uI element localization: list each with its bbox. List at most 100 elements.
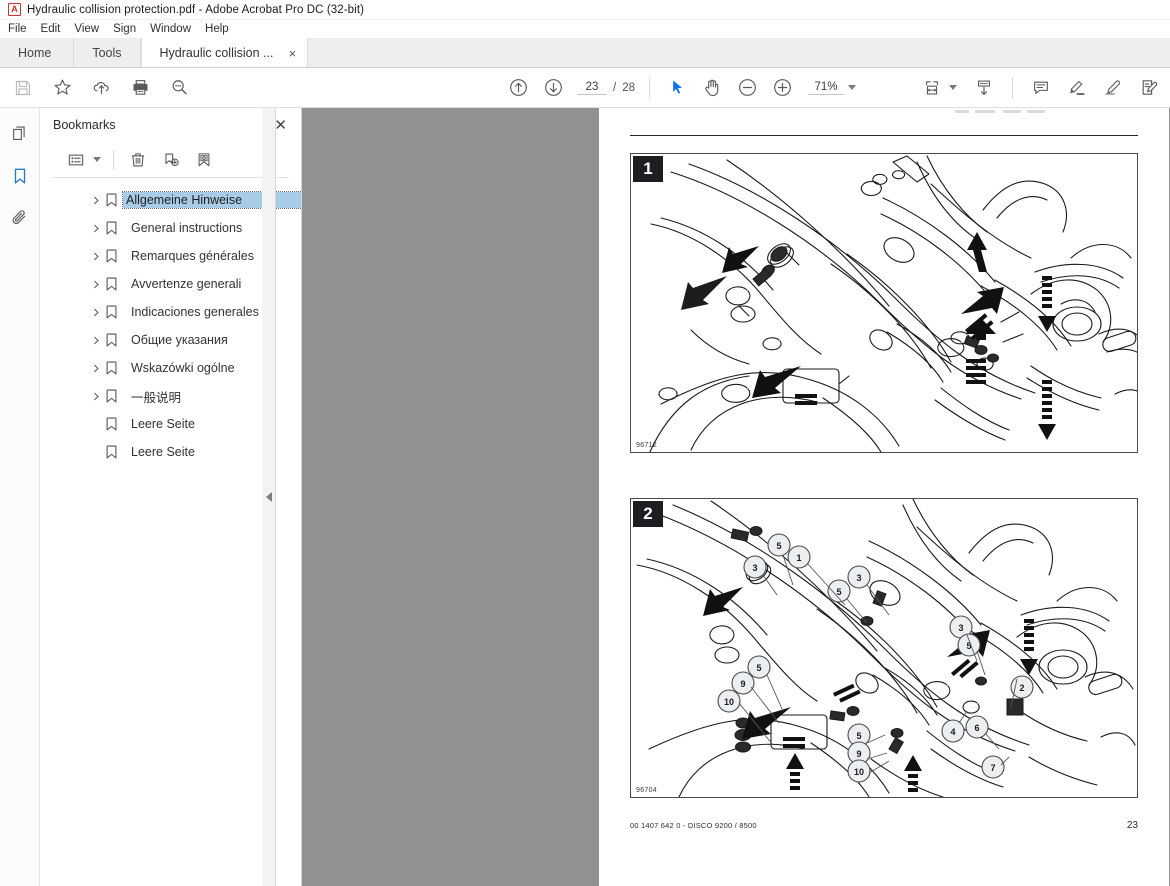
acrobat-icon: A: [8, 3, 21, 16]
horizontal-rule: [630, 135, 1138, 136]
footer-page-number: 23: [1126, 820, 1138, 831]
star-icon[interactable]: [49, 75, 75, 101]
svg-text:3: 3: [856, 573, 861, 583]
collapse-sidebar-handle[interactable]: [262, 108, 276, 886]
tab-home[interactable]: Home: [4, 38, 75, 67]
previous-page-icon[interactable]: [505, 75, 531, 101]
toolbar-divider-2: [1012, 76, 1013, 99]
svg-text:6: 6: [974, 723, 979, 733]
chevron-right-icon[interactable]: [90, 334, 102, 346]
bookmark-label: Leere Seite: [131, 417, 195, 431]
main-toolbar: 23 / 28 71%: [0, 68, 1170, 108]
upload-cloud-icon[interactable]: [88, 75, 114, 101]
delete-bookmark-icon[interactable]: [126, 148, 150, 172]
bookmark-icon: [106, 389, 122, 403]
bookmark-icon: [106, 361, 122, 375]
figure-2-illustration: 1 2 3 3 3 5 5 5 5 5 9 9 10 10 4 6 7: [636, 499, 1136, 797]
toolbar-center-group: 23 / 28 71%: [505, 75, 856, 101]
zoom-out-icon[interactable]: [734, 75, 760, 101]
svg-text:5: 5: [776, 541, 781, 551]
page-total: 28: [622, 81, 635, 94]
zoom-in-icon[interactable]: [769, 75, 795, 101]
fit-page-icon[interactable]: [919, 75, 945, 101]
bookmark-label: Wskazówki ogólne: [131, 361, 235, 375]
chevron-down-icon[interactable]: [848, 85, 856, 90]
new-bookmark-icon[interactable]: [159, 148, 183, 172]
svg-text:7: 7: [990, 763, 995, 773]
print-icon[interactable]: [127, 75, 153, 101]
page-thumbnails-icon[interactable]: [6, 120, 34, 148]
bookmark-options-icon[interactable]: [64, 148, 88, 172]
figure-1-illustration: [649, 155, 1137, 452]
workspace: Bookmarks ✕ Allgemeine Hinweise General …: [0, 108, 1170, 886]
tab-bar: Home Tools Hydraulic collision ... ×: [0, 38, 1170, 68]
menu-item-file[interactable]: File: [8, 23, 35, 35]
close-icon[interactable]: ×: [285, 47, 299, 60]
chevron-right-icon[interactable]: [90, 306, 102, 318]
menu-item-edit[interactable]: Edit: [41, 23, 69, 35]
select-tool-icon[interactable]: [664, 75, 690, 101]
bookmark-icon: [106, 305, 122, 319]
bookmark-icon: [106, 221, 122, 235]
page-navigation: 23 / 28: [577, 81, 635, 95]
tab-bar-filler: [308, 38, 1170, 67]
svg-text:9: 9: [856, 749, 861, 759]
chevron-right-icon[interactable]: [90, 222, 102, 234]
close-icon[interactable]: ✕: [274, 118, 287, 133]
bookmark-label: Remarques générales: [131, 249, 254, 263]
chevron-right-icon[interactable]: [90, 390, 102, 402]
chevron-right-icon[interactable]: [90, 194, 102, 206]
bookmark-icon: [106, 193, 117, 207]
document-view[interactable]: 1 96712 1 2 3 3 3 5 5 5 5 5 9 9 10 10 4 …: [302, 108, 1170, 886]
bookmark-icon: [106, 249, 122, 263]
navigation-rail: [0, 108, 40, 886]
tab-document-label: Hydraulic collision ...: [159, 46, 274, 60]
zoom-control: 71%: [808, 81, 856, 95]
save-icon[interactable]: [10, 75, 36, 101]
bookmark-icon: [106, 417, 122, 431]
bookmarks-toolbar: [52, 142, 289, 178]
svg-text:5: 5: [756, 663, 761, 673]
chevron-right-icon[interactable]: [90, 250, 102, 262]
menu-item-help[interactable]: Help: [205, 23, 237, 35]
menu-item-view[interactable]: View: [74, 23, 107, 35]
tab-document[interactable]: Hydraulic collision ... ×: [140, 38, 309, 67]
svg-text:4: 4: [950, 727, 955, 737]
search-icon[interactable]: [166, 75, 192, 101]
bookmarks-icon[interactable]: [6, 162, 34, 190]
fill-and-sign-icon[interactable]: [1136, 75, 1162, 101]
pdf-page: 1 96712 1 2 3 3 3 5 5 5 5 5 9 9 10 10 4 …: [599, 108, 1169, 886]
bookmark-icon: [106, 277, 122, 291]
zoom-level-value[interactable]: 71%: [808, 81, 844, 95]
toolbar-left-group: [0, 75, 192, 101]
comment-icon[interactable]: [1028, 75, 1054, 101]
read-mode-icon[interactable]: [971, 75, 997, 101]
window-title: Hydraulic collision protection.pdf - Ado…: [27, 3, 365, 16]
bookmark-label: 一般说明: [131, 390, 182, 405]
chevron-right-icon[interactable]: [90, 362, 102, 374]
menu-item-window[interactable]: Window: [150, 23, 199, 35]
page-number-input[interactable]: 23: [577, 81, 607, 95]
edit-bookmark-icon[interactable]: [192, 148, 216, 172]
bookmark-label: General instructions: [131, 221, 243, 235]
menu-item-sign[interactable]: Sign: [113, 23, 144, 35]
svg-text:10: 10: [854, 767, 864, 777]
menu-bar: File Edit View Sign Window Help: [0, 20, 1170, 38]
attachments-icon[interactable]: [6, 204, 34, 232]
figure-badge: 2: [633, 501, 663, 527]
options-dropdown-icon[interactable]: [93, 157, 101, 162]
next-page-icon[interactable]: [540, 75, 566, 101]
highlight-icon[interactable]: [1064, 75, 1090, 101]
tab-tools[interactable]: Tools: [74, 38, 141, 67]
fit-page-dropdown-icon[interactable]: [949, 85, 957, 90]
figure-1: 1 96712: [630, 153, 1138, 453]
sign-icon[interactable]: [1100, 75, 1126, 101]
svg-text:5: 5: [836, 587, 841, 597]
svg-text:1: 1: [796, 553, 801, 563]
bookmark-label: Общие указания: [131, 333, 228, 347]
figure-2: 1 2 3 3 3 5 5 5 5 5 9 9 10 10 4 6 7 2 96…: [630, 498, 1138, 798]
svg-text:9: 9: [740, 679, 745, 689]
chevron-right-icon[interactable]: [90, 278, 102, 290]
figure-code: 96712: [636, 442, 657, 449]
hand-tool-icon[interactable]: [699, 75, 725, 101]
